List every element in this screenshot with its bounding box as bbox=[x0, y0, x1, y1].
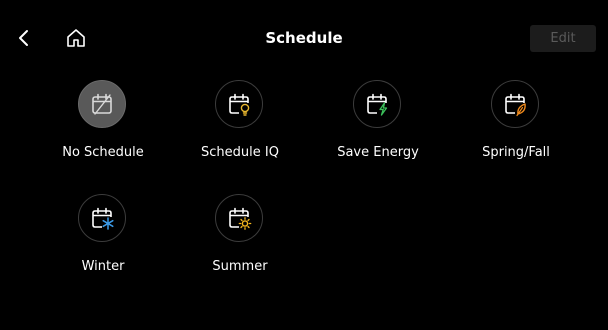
schedule-option-no-schedule[interactable]: No Schedule bbox=[38, 80, 168, 180]
home-button[interactable] bbox=[62, 24, 90, 52]
schedule-option-label: No Schedule bbox=[62, 145, 144, 160]
calendar-leaf-icon bbox=[501, 90, 529, 118]
schedule-option-label: Spring/Fall bbox=[482, 145, 550, 160]
schedule-icon-circle bbox=[215, 80, 263, 128]
schedule-icon-circle bbox=[353, 80, 401, 128]
schedule-icon-circle bbox=[215, 194, 263, 242]
schedule-icon-circle bbox=[78, 194, 126, 242]
schedule-option-summer[interactable]: Summer bbox=[175, 194, 305, 294]
schedule-icon-circle bbox=[78, 80, 126, 128]
edit-button[interactable]: Edit bbox=[530, 25, 596, 52]
schedule-option-schedule-iq[interactable]: Schedule IQ bbox=[175, 80, 305, 180]
schedule-option-label: Winter bbox=[81, 259, 125, 274]
schedule-screen: Schedule Edit No Schedule Schedule IQ Sa… bbox=[0, 0, 608, 330]
schedule-option-label: Schedule IQ bbox=[201, 145, 279, 160]
schedule-option-label: Save Energy bbox=[337, 145, 419, 160]
schedule-option-winter[interactable]: Winter bbox=[38, 194, 168, 294]
schedule-icon-circle bbox=[491, 80, 539, 128]
schedule-option-spring-fall[interactable]: Spring/Fall bbox=[451, 80, 581, 180]
calendar-bulb-icon bbox=[225, 90, 253, 118]
calendar-bolt-icon bbox=[363, 90, 391, 118]
page-title: Schedule bbox=[265, 29, 343, 47]
schedule-option-label: Summer bbox=[212, 259, 268, 274]
calendar-slash-icon bbox=[88, 90, 116, 118]
chevron-left-icon bbox=[17, 28, 31, 48]
back-button[interactable] bbox=[12, 24, 36, 52]
schedule-option-save-energy[interactable]: Save Energy bbox=[313, 80, 443, 180]
calendar-snowflake-icon bbox=[88, 204, 116, 232]
home-icon bbox=[65, 27, 87, 49]
calendar-sun-icon bbox=[225, 204, 253, 232]
